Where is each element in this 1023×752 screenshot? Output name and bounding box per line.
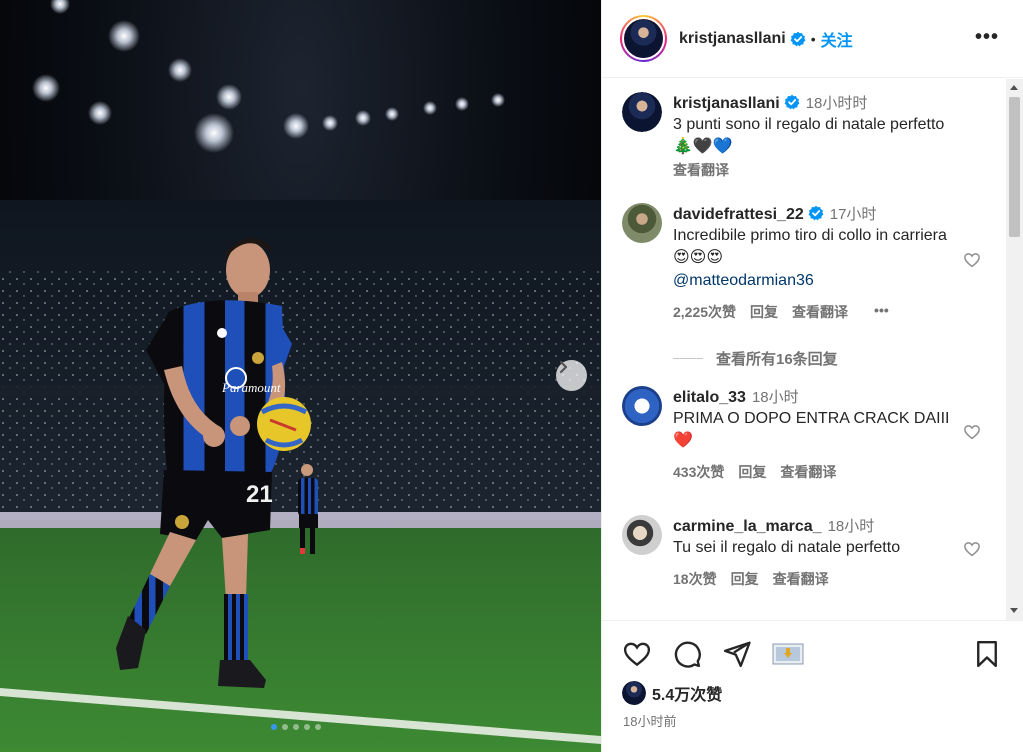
photo-scene: Paramount 21 <box>0 0 601 752</box>
likes-summary[interactable]: 5.4万次赞 <box>622 681 722 705</box>
comment-likes-count[interactable]: 18次赞 <box>673 569 717 589</box>
comment-translate-link[interactable]: 查看翻译 <box>773 569 829 589</box>
header-separator: • <box>810 30 816 47</box>
comment-username[interactable]: davidefrattesi_22 <box>673 206 804 223</box>
caption-translate-link[interactable]: 查看翻译 <box>673 160 953 180</box>
comment-reply-button[interactable]: 回复 <box>731 569 759 589</box>
follow-button[interactable]: 关注 <box>821 27 853 51</box>
scrollbar-thumb[interactable] <box>1009 97 1020 237</box>
comment-likes-count[interactable]: 2,225次赞 <box>673 302 736 322</box>
comment-like-heart-icon[interactable] <box>963 251 981 269</box>
carousel-dot[interactable] <box>282 724 288 730</box>
carousel-dot[interactable] <box>293 724 299 730</box>
more-options-button[interactable]: ••• <box>975 26 999 49</box>
comment-likes-count[interactable]: 433次赞 <box>673 462 724 482</box>
post-timestamp: 18小时前 <box>623 714 677 729</box>
comment-time: 18小时 <box>751 389 799 406</box>
author-username[interactable]: kristjanasllani <box>679 30 786 48</box>
heart-outline-icon[interactable] <box>622 639 652 669</box>
comment-reply-button[interactable]: 回复 <box>738 462 766 482</box>
post-panel: kristjanasllani • 关注 ••• kristjanasllani… <box>601 0 1023 752</box>
comment-translate-link[interactable]: 查看翻译 <box>792 302 848 322</box>
comment-text: PRIMA O DOPO ENTRA CRACK DAIII ❤️ <box>673 410 950 449</box>
carousel-dots <box>271 724 321 730</box>
likes-avatar <box>622 681 646 705</box>
verified-badge-icon <box>808 205 824 221</box>
comment-username[interactable]: carmine_la_marca_ <box>673 518 822 535</box>
bookmark-icon[interactable] <box>972 639 1002 669</box>
caption-avatar[interactable] <box>622 92 662 132</box>
comment-username[interactable]: elitalo_33 <box>673 389 746 406</box>
caption-text: 3 punti sono il regalo di natale perfett… <box>673 116 945 155</box>
chevron-right-icon <box>559 360 568 374</box>
verified-badge-icon <box>790 31 806 46</box>
replies-divider <box>673 358 703 359</box>
post-actions: 5.4万次赞 18小时前 <box>602 620 1023 752</box>
carousel-next-button[interactable] <box>556 360 587 391</box>
comment-mention-link[interactable]: @matteodarmian36 <box>673 270 953 292</box>
comment-like-heart-icon[interactable] <box>963 423 981 441</box>
comment-reply-button[interactable]: 回复 <box>750 302 778 322</box>
shorts-number: 21 <box>246 481 273 508</box>
likes-count[interactable]: 5.4万次赞 <box>652 681 722 705</box>
view-replies-label: 查看所有16条回复 <box>716 351 838 368</box>
carousel-dot[interactable] <box>271 724 277 730</box>
caption-time: 18小时时 <box>805 95 868 112</box>
comment-text: Incredibile primo tiro di collo in carri… <box>673 227 947 266</box>
scroll-up-arrow-icon[interactable] <box>1010 85 1018 90</box>
comment-text: Tu sei il regalo di natale perfetto <box>673 539 901 556</box>
comment-avatar[interactable] <box>622 386 662 426</box>
scroll-down-arrow-icon[interactable] <box>1010 608 1018 613</box>
post-header: kristjanasllani • 关注 ••• <box>602 0 1023 78</box>
comment-like-heart-icon[interactable] <box>963 540 981 558</box>
gift-icon[interactable] <box>772 641 804 667</box>
paper-plane-icon[interactable] <box>722 639 752 669</box>
comment-avatar[interactable] <box>622 515 662 555</box>
carousel-dot[interactable] <box>304 724 310 730</box>
comments-scrollbar[interactable] <box>1006 79 1023 620</box>
comment-translate-link[interactable]: 查看翻译 <box>780 462 836 482</box>
comments-list[interactable]: kristjanasllani 18小时时 3 punti sono il re… <box>602 79 1007 620</box>
floodlights <box>32 0 505 153</box>
comment-avatar[interactable] <box>622 203 662 243</box>
speech-bubble-icon[interactable] <box>672 639 702 669</box>
post-photo: Paramount 21 <box>0 0 601 752</box>
verified-badge-icon <box>784 94 800 110</box>
carousel-dot[interactable] <box>315 724 321 730</box>
caption-username[interactable]: kristjanasllani <box>673 95 780 112</box>
comment-more-button[interactable]: ••• <box>874 302 889 322</box>
comment-time: 17小时 <box>829 206 877 223</box>
comment-time: 18小时 <box>827 518 875 535</box>
svg-text:Paramount: Paramount <box>221 380 281 395</box>
view-replies-button[interactable]: 查看所有16条回复 <box>673 348 838 369</box>
author-avatar[interactable] <box>620 15 667 62</box>
